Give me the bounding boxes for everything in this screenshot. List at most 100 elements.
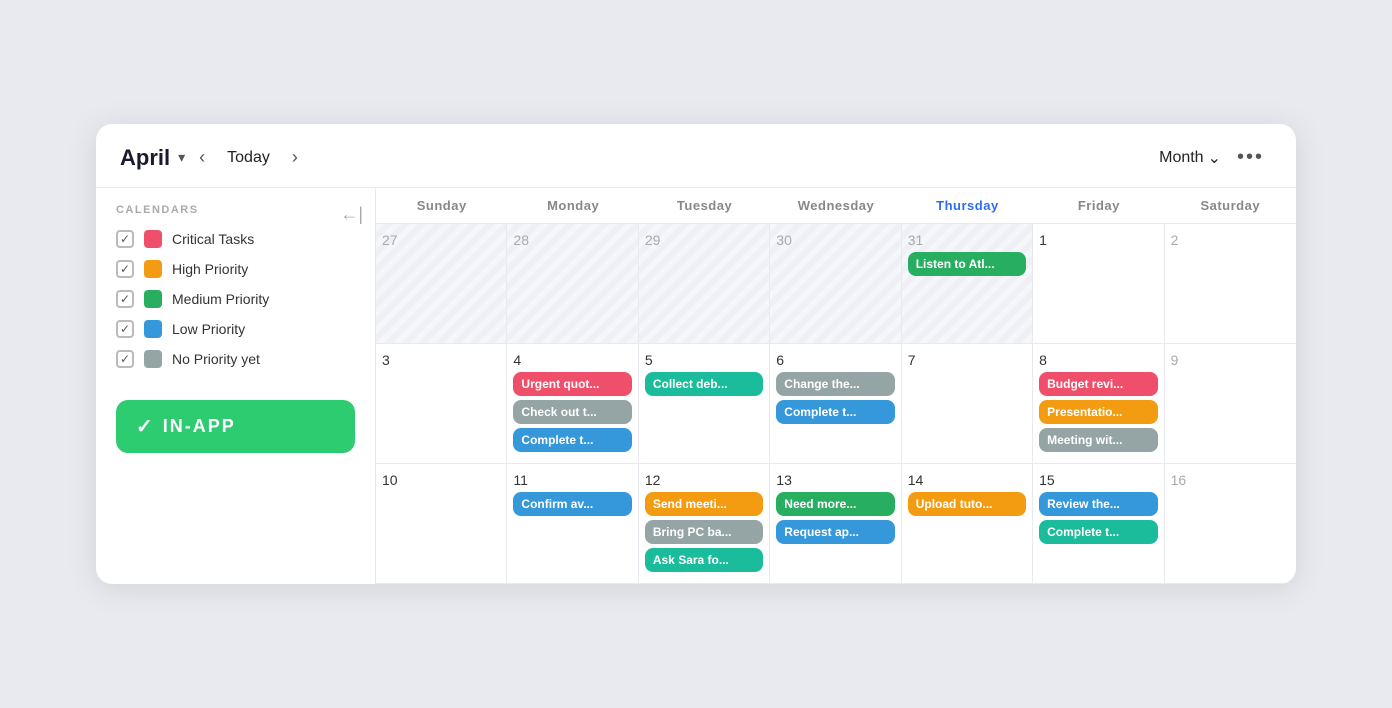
day-header-tuesday: Tuesday: [639, 188, 770, 223]
in-app-badge[interactable]: ✓ IN-APP: [116, 400, 355, 453]
badge-label: IN-APP: [163, 416, 236, 437]
prev-month-button[interactable]: ‹: [193, 143, 211, 172]
header-right: Month ⌄ •••: [1159, 142, 1272, 173]
calendar-cell-1-1[interactable]: 4Urgent quot...Check out t...Complete t.…: [507, 344, 638, 463]
calendar-item-low[interactable]: ✓ Low Priority: [116, 320, 355, 338]
cell-date-number: 29: [645, 232, 763, 248]
day-header-sunday: Sunday: [376, 188, 507, 223]
event-chip-1-1-1[interactable]: Check out t...: [513, 400, 631, 424]
cell-date-number: 7: [908, 352, 1026, 368]
calendar-cell-2-0[interactable]: 10: [376, 464, 507, 583]
event-chip-0-4-0[interactable]: Listen to Atl...: [908, 252, 1026, 276]
calendar-cell-0-0[interactable]: 27: [376, 224, 507, 343]
cell-date-number: 27: [382, 232, 500, 248]
event-chip-2-4-0[interactable]: Upload tuto...: [908, 492, 1026, 516]
view-selector[interactable]: Month ⌄: [1159, 148, 1221, 168]
cell-date-number: 9: [1171, 352, 1290, 368]
checkbox-low[interactable]: ✓: [116, 320, 134, 338]
event-chip-2-1-0[interactable]: Confirm av...: [513, 492, 631, 516]
cell-date-number: 30: [776, 232, 894, 248]
event-chip-2-2-2[interactable]: Ask Sara fo...: [645, 548, 763, 572]
today-button[interactable]: Today: [219, 145, 278, 171]
next-month-button[interactable]: ›: [286, 143, 304, 172]
cell-date-number: 16: [1171, 472, 1290, 488]
calendar-week-2: 1011Confirm av...12Send meeti...Bring PC…: [376, 464, 1296, 584]
calendar-item-medium[interactable]: ✓ Medium Priority: [116, 290, 355, 308]
calendar-grid: SundayMondayTuesdayWednesdayThursdayFrid…: [376, 188, 1296, 584]
cell-date-number: 31: [908, 232, 1026, 248]
month-title: April: [120, 145, 170, 171]
calendar-cell-2-6[interactable]: 16: [1165, 464, 1296, 583]
event-chip-1-1-2[interactable]: Complete t...: [513, 428, 631, 452]
label-medium: Medium Priority: [172, 291, 269, 307]
event-chip-1-3-0[interactable]: Change the...: [776, 372, 894, 396]
checkbox-none[interactable]: ✓: [116, 350, 134, 368]
label-critical: Critical Tasks: [172, 231, 254, 247]
cell-date-number: 11: [513, 472, 631, 488]
color-low: [144, 320, 162, 338]
day-header-saturday: Saturday: [1165, 188, 1296, 223]
calendar-cell-2-2[interactable]: 12Send meeti...Bring PC ba...Ask Sara fo…: [639, 464, 770, 583]
sidebar: CALENDARS ←| ✓ Critical Tasks ✓ High Pri…: [96, 188, 376, 584]
calendar-cell-2-3[interactable]: 13 Need more... Request ap...: [770, 464, 901, 583]
event-chip-2-3-1[interactable]: Request ap...: [776, 520, 894, 544]
day-header-wednesday: Wednesday: [770, 188, 901, 223]
color-medium: [144, 290, 162, 308]
collapse-sidebar-icon[interactable]: ←|: [340, 204, 363, 225]
day-header-thursday: Thursday: [902, 188, 1033, 223]
event-chip-1-2-0[interactable]: Collect deb...: [645, 372, 763, 396]
calendar-cell-1-6[interactable]: 9: [1165, 344, 1296, 463]
calendar-cell-0-5[interactable]: 1: [1033, 224, 1164, 343]
event-chip-1-5-0[interactable]: Budget revi...: [1039, 372, 1157, 396]
event-chip-2-5-1[interactable]: Complete t...: [1039, 520, 1157, 544]
calendar-week-0: 27 28 29 30 31 Listen to Atl... 12: [376, 224, 1296, 344]
month-dropdown-icon[interactable]: ▾: [178, 149, 185, 166]
calendar-item-high[interactable]: ✓ High Priority: [116, 260, 355, 278]
checkbox-medium[interactable]: ✓: [116, 290, 134, 308]
calendar-cell-1-3[interactable]: 6Change the...Complete t...: [770, 344, 901, 463]
cell-date-number: 1: [1039, 232, 1157, 248]
calendar-cell-0-6[interactable]: 2: [1165, 224, 1296, 343]
calendar-cell-0-4[interactable]: 31 Listen to Atl...: [902, 224, 1033, 343]
day-header-friday: Friday: [1033, 188, 1164, 223]
event-chip-2-3-0[interactable]: Need more...: [776, 492, 894, 516]
cell-date-number: 10: [382, 472, 500, 488]
calendar-cell-0-3[interactable]: 30: [770, 224, 901, 343]
calendar-cell-2-1[interactable]: 11 Confirm av...: [507, 464, 638, 583]
label-low: Low Priority: [172, 321, 245, 337]
checkbox-critical[interactable]: ✓: [116, 230, 134, 248]
day-header-monday: Monday: [507, 188, 638, 223]
calendar-cell-1-2[interactable]: 5 Collect deb...: [639, 344, 770, 463]
more-options-button[interactable]: •••: [1229, 142, 1272, 173]
calendar-cell-2-4[interactable]: 14Upload tuto...: [902, 464, 1033, 583]
event-chip-1-1-0[interactable]: Urgent quot...: [513, 372, 631, 396]
calendar-header: April ▾ ‹ Today › Month ⌄ •••: [96, 124, 1296, 188]
calendar-week-1: 34Urgent quot...Check out t...Complete t…: [376, 344, 1296, 464]
calendar-cell-1-0[interactable]: 3: [376, 344, 507, 463]
event-chip-2-5-0[interactable]: Review the...: [1039, 492, 1157, 516]
event-chip-1-5-1[interactable]: Presentatio...: [1039, 400, 1157, 424]
header-left: April ▾ ‹ Today ›: [120, 143, 304, 172]
event-chip-1-3-1[interactable]: Complete t...: [776, 400, 894, 424]
cell-date-number: 28: [513, 232, 631, 248]
calendar-cell-2-5[interactable]: 15 Review the... Complete t...: [1033, 464, 1164, 583]
calendars-section-label: CALENDARS: [116, 204, 355, 216]
main-layout: CALENDARS ←| ✓ Critical Tasks ✓ High Pri…: [96, 188, 1296, 584]
cell-date-number: 5: [645, 352, 763, 368]
event-chip-1-5-2[interactable]: Meeting wit...: [1039, 428, 1157, 452]
cell-date-number: 8: [1039, 352, 1157, 368]
calendar-item-critical[interactable]: ✓ Critical Tasks: [116, 230, 355, 248]
calendar-cell-0-2[interactable]: 29: [639, 224, 770, 343]
calendar-items-list: ✓ Critical Tasks ✓ High Priority ✓ Mediu…: [116, 230, 355, 368]
checkbox-high[interactable]: ✓: [116, 260, 134, 278]
event-chip-2-2-0[interactable]: Send meeti...: [645, 492, 763, 516]
event-chip-2-2-1[interactable]: Bring PC ba...: [645, 520, 763, 544]
cell-date-number: 13: [776, 472, 894, 488]
calendar-cell-1-4[interactable]: 7: [902, 344, 1033, 463]
cell-date-number: 15: [1039, 472, 1157, 488]
color-none: [144, 350, 162, 368]
calendar-cell-0-1[interactable]: 28: [507, 224, 638, 343]
color-critical: [144, 230, 162, 248]
calendar-item-none[interactable]: ✓ No Priority yet: [116, 350, 355, 368]
calendar-cell-1-5[interactable]: 8 Budget revi... Presentatio... Meeting wit…: [1033, 344, 1164, 463]
